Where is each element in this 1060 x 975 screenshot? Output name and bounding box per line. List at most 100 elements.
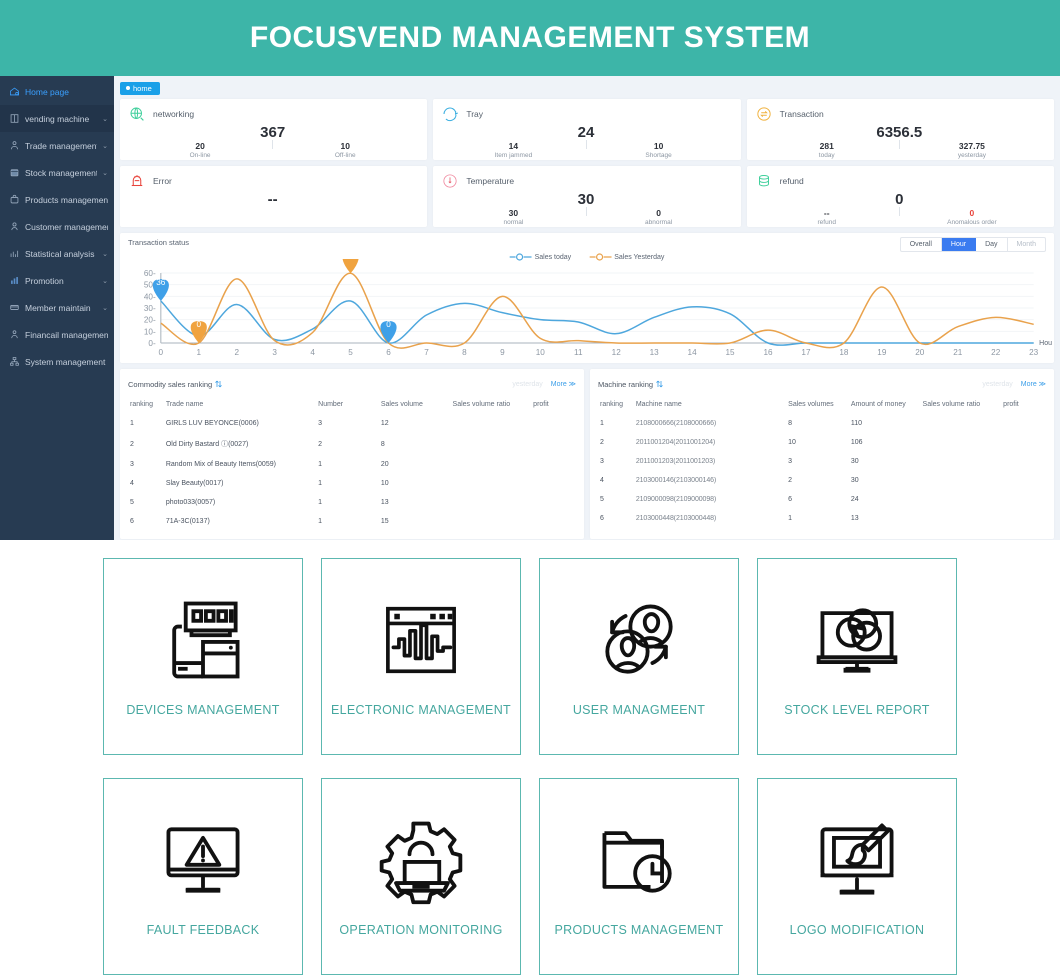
stat-card-networking[interactable]: networking36720On-line10Off-line — [120, 99, 427, 160]
chevron-down-icon: ⌄ — [102, 142, 108, 150]
transaction-icon — [755, 105, 773, 123]
shortcut-card-products-management[interactable]: PRODUCTS MANAGEMENT — [539, 778, 739, 975]
table-cell: 110 — [849, 414, 921, 433]
stat-card-name: Tray — [466, 109, 483, 119]
sidebar-item-statistical-analysis[interactable]: Statistical analysis⌄ — [0, 240, 114, 267]
stat-sub-left: 281today — [755, 142, 899, 159]
table-cell: 12 — [379, 414, 451, 433]
chart-range-overall[interactable]: Overall — [901, 238, 942, 251]
shortcut-card-fault-feedback[interactable]: FAULT FEEDBACK — [103, 778, 303, 975]
machine-table-head-row: rankingMachine nameSales volumesAmount o… — [598, 398, 1046, 414]
sidebar-item-trade-management[interactable]: Trade management⌄ — [0, 132, 114, 159]
stat-sub-left-value: -- — [755, 209, 899, 219]
stat-sub-right: 0abnormal — [587, 209, 731, 226]
table-cell: 6 — [786, 490, 849, 509]
sidebar-item-customer-management[interactable]: Customer management — [0, 213, 114, 240]
shortcut-card-stock-level-report[interactable]: STOCK LEVEL REPORT — [757, 558, 957, 755]
table-cell — [531, 474, 576, 493]
shortcut-card-electronic-management[interactable]: ELECTRONIC MANAGEMENT — [321, 558, 521, 755]
table-row[interactable]: 4Slay Beauty(0017)110 — [128, 474, 576, 493]
table-row[interactable]: 2Old Dirty Bastard ⓘ(0027)28 — [128, 433, 576, 455]
svg-text:22: 22 — [991, 348, 1001, 357]
table-row[interactable]: 12108000666(2108000666)8110 — [598, 414, 1046, 433]
table-row[interactable]: 22011001204(2011001204)10106 — [598, 433, 1046, 452]
svg-text:4: 4 — [310, 348, 315, 357]
machine-ranking-panel: Machine ranking yesterday More ≫ ranking… — [590, 369, 1054, 539]
stat-sub-right-label: yesterday — [900, 152, 1044, 159]
x-axis-label: Hou — [1039, 340, 1052, 347]
table-row[interactable]: 3Random Mix of Beauty Items(0059)120 — [128, 455, 576, 474]
stat-card-temperature[interactable]: Temperature3030normal0abnormal — [433, 166, 740, 227]
shortcut-card-operation-monitoring[interactable]: OPERATION MONITORING — [321, 778, 521, 975]
stat-card-transaction[interactable]: Transaction6356.5281today327.75yesterday — [747, 99, 1054, 160]
stat-sub-row: 20On-line10Off-line — [128, 140, 417, 159]
sidebar-item-stock-management[interactable]: Stock management⌄ — [0, 159, 114, 186]
table-row[interactable]: 42103000146(2103000146)230 — [598, 471, 1046, 490]
commodity-more-link[interactable]: More ≫ — [551, 380, 576, 388]
stat-card-body: 36720On-line10Off-line — [128, 123, 417, 159]
table-cell: GIRLS LUV BEYONCE(0006) — [164, 414, 316, 433]
sidebar-item-label: vending machine — [25, 114, 97, 124]
stat-card-body: 6356.5281today327.75yesterday — [755, 123, 1044, 159]
sidebar-item-promotion[interactable]: Promotion⌄ — [0, 267, 114, 294]
svg-text:5: 5 — [348, 348, 353, 357]
chart-range-day[interactable]: Day — [976, 238, 1007, 251]
sort-icon[interactable] — [215, 375, 222, 393]
table-cell: 3 — [786, 452, 849, 471]
machine-table: rankingMachine nameSales volumesAmount o… — [598, 398, 1046, 528]
machine-more-link[interactable]: More ≫ — [1021, 380, 1046, 388]
svg-text:21: 21 — [953, 348, 963, 357]
table-cell: 3 — [598, 452, 634, 471]
table-cell: Slay Beauty(0017) — [164, 474, 316, 493]
sidebar-item-label: Statistical analysis — [25, 249, 97, 259]
table-cell: 6 — [598, 509, 634, 528]
stat-card-refund[interactable]: refund0--refund0Anomalous order — [747, 166, 1054, 227]
table-cell — [1001, 509, 1046, 528]
table-cell: 30 — [849, 471, 921, 490]
table-row[interactable]: 62103000448(2103000448)113 — [598, 509, 1046, 528]
table-row[interactable]: 1GIRLS LUV BEYONCE(0006)312 — [128, 414, 576, 433]
stat-card-tray[interactable]: Tray2414Item jammed10Shortage — [433, 99, 740, 160]
table-row[interactable]: 671A-3C(0137)115 — [128, 512, 576, 531]
transaction-status-panel: Transaction status OverallHourDayMonth S… — [120, 233, 1054, 363]
table-cell — [531, 433, 576, 455]
chart-range-segmented[interactable]: OverallHourDayMonth — [900, 237, 1046, 252]
shortcut-card-user-managmeent[interactable]: USER MANAGMEENT — [539, 558, 739, 755]
chart-range-hour[interactable]: Hour — [942, 238, 976, 251]
table-row[interactable]: 32011001203(2011001203)330 — [598, 452, 1046, 471]
stat-sub-right: 0Anomalous order — [900, 209, 1044, 226]
sidebar-item-system-management[interactable]: System management — [0, 348, 114, 375]
svg-text:8: 8 — [462, 348, 467, 357]
stat-sub-right-label: Anomalous order — [900, 219, 1044, 226]
sidebar-item-member-maintain[interactable]: Member maintain⌄ — [0, 294, 114, 321]
main-content: home networking36720On-line10Off-lineErr… — [114, 76, 1060, 540]
sidebar-item-products-management[interactable]: Products management — [0, 186, 114, 213]
svg-text:1: 1 — [197, 348, 202, 357]
svg-text:9: 9 — [500, 348, 505, 357]
sort-icon[interactable] — [656, 375, 663, 393]
system-icon — [9, 356, 20, 367]
stat-card-error[interactable]: Error-- — [120, 166, 427, 227]
chart-range-month[interactable]: Month — [1008, 238, 1045, 251]
table-cell — [451, 455, 532, 474]
table-row[interactable]: 52109000098(2109000098)624 — [598, 490, 1046, 509]
table-cell: 30 — [849, 452, 921, 471]
shortcut-card-devices-management[interactable]: DEVICES MANAGEMENT — [103, 558, 303, 755]
tab-home[interactable]: home — [120, 82, 160, 95]
stat-sub-row: --refund0Anomalous order — [755, 207, 1044, 226]
table-cell — [1001, 471, 1046, 490]
table-cell: 71A-3C(0137) — [164, 512, 316, 531]
table-row[interactable]: 5photo033(0057)113 — [128, 493, 576, 512]
sidebar-item-home-page[interactable]: Home page — [0, 78, 114, 105]
stat-card-body: -- — [128, 190, 417, 226]
table-cell: 2 — [786, 471, 849, 490]
monitor-brush-icon — [809, 801, 905, 919]
sidebar-item-label: Promotion — [25, 276, 97, 286]
shortcut-card-logo-modification[interactable]: LOGO MODIFICATION — [757, 778, 957, 975]
commodity-table-body: 1GIRLS LUV BEYONCE(0006)3122Old Dirty Ba… — [128, 414, 576, 531]
table-cell: 3 — [316, 414, 379, 433]
sidebar-item-financail-management[interactable]: Financail management — [0, 321, 114, 348]
sidebar-item-vending-machine[interactable]: vending machine⌄ — [0, 105, 114, 132]
page-title: FOCUSVEND MANAGEMENT SYSTEM — [250, 21, 810, 55]
stat-sub-left-label: On-line — [128, 152, 272, 159]
